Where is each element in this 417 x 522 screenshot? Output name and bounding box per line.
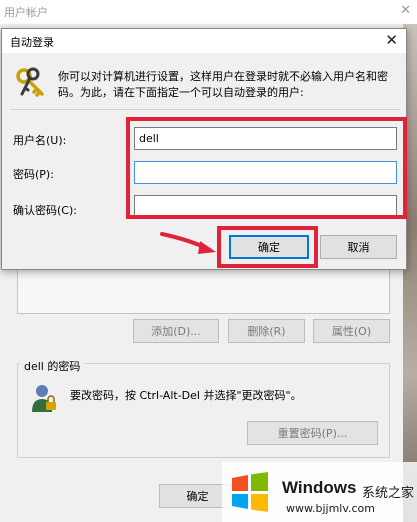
- watermark-url: www.bjjmlv.com: [286, 502, 375, 515]
- dialog-separator: [10, 109, 400, 110]
- dialog-titlebar: 自动登录 ✕: [2, 29, 406, 53]
- remove-user-button[interactable]: 删除(R): [228, 319, 305, 343]
- user-accounts-titlebar: 用户帐户 ✕: [0, 0, 417, 24]
- username-label: 用户名(U):: [13, 134, 67, 147]
- dialog-title: 自动登录: [10, 36, 54, 49]
- close-icon[interactable]: ✕: [400, 3, 411, 18]
- user-accounts-title: 用户帐户: [4, 6, 48, 19]
- arrow-right-icon: [160, 232, 216, 254]
- watermark-brand-cn: 系统之家: [362, 486, 415, 501]
- confirm-password-label: 确认密码(C):: [13, 204, 77, 217]
- cancel-button[interactable]: 取消: [320, 235, 397, 259]
- password-label: 密码(P):: [13, 168, 54, 181]
- windows-logo-icon: [232, 472, 268, 512]
- close-icon[interactable]: ✕: [385, 31, 398, 49]
- watermark-brand: Windows: [282, 478, 357, 497]
- highlight-inputs-box: [126, 117, 407, 219]
- dialog-description: 你可以对计算机进行设置，这样用户在登录时就不必输入用户名和密码。为此，请在下面指…: [58, 70, 388, 99]
- password-change-hint: 要改密码，按 Ctrl-Alt-Del 并选择"更改密码"。: [70, 389, 302, 402]
- watermark: Windows 系统之家 www.bjjmlv.com: [222, 462, 417, 522]
- keys-icon: [16, 67, 44, 97]
- auto-login-dialog: 自动登录 ✕ 你可以对计算机进行设置，这样用户在登录时就不必输入用户名和密码。为…: [1, 28, 407, 270]
- password-group-label: dell 的密码: [20, 358, 85, 374]
- reset-password-button[interactable]: 重置密码(P)...: [247, 421, 378, 445]
- highlight-ok-box: [217, 226, 318, 268]
- properties-button[interactable]: 属性(O): [313, 319, 390, 343]
- add-user-button[interactable]: 添加(D)...: [133, 319, 219, 343]
- user-icon: [32, 385, 56, 412]
